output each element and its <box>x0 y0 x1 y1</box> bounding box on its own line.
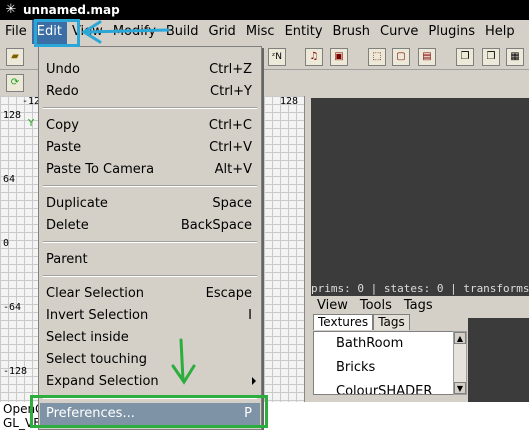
refresh-icon[interactable]: ⟳ <box>6 74 24 92</box>
panel-menu-tags[interactable]: Tags <box>398 296 439 316</box>
camera-status: prims: 0 | states: 0 | transforms <box>311 282 529 295</box>
menu-item-delete[interactable]: Delete BackSpace <box>40 215 260 237</box>
grid-label-yneg64: -64 <box>3 302 22 313</box>
sort-z-icon[interactable]: ᶻN <box>268 48 286 66</box>
texture-list[interactable]: BathRoom Bricks ColourSHADER <box>313 331 467 395</box>
menu-item-paste[interactable]: Paste Ctrl+V <box>40 137 260 159</box>
tab-tags[interactable]: Tags <box>373 314 410 330</box>
texture-item-colourshader[interactable]: ColourSHADER <box>314 380 466 394</box>
camera-view[interactable] <box>311 98 529 296</box>
menu-item-duplicate[interactable]: Duplicate Space <box>40 193 260 215</box>
edit-menu-dropdown: Undo Ctrl+Z Redo Ctrl+Y Copy Ctrl+C Past… <box>38 46 262 430</box>
menu-build[interactable]: Build <box>161 20 204 44</box>
view-cube-icon[interactable]: ❐ <box>456 48 474 66</box>
axis-origin-icon: Y <box>28 118 35 129</box>
menu-item-paste-to-camera[interactable]: Paste To Camera Alt+V <box>40 159 260 181</box>
texture-panel-tabs: Textures Tags <box>313 314 410 330</box>
grid-label-top-right: 128 <box>280 96 299 107</box>
clip-tool-icon[interactable]: ▢ <box>392 48 410 66</box>
window-title: unnamed.map <box>23 3 120 17</box>
menu-grid[interactable]: Grid <box>204 20 241 44</box>
menu-separator <box>43 185 257 187</box>
edit-menu-highlight-box <box>34 19 80 47</box>
menu-item-parent[interactable]: Parent <box>40 249 260 271</box>
app-icon: ✳ <box>5 2 17 17</box>
secondary-toolbar: ⟳ <box>0 70 40 96</box>
open-folder-icon[interactable]: ▰ <box>6 48 24 66</box>
menu-help[interactable]: Help <box>480 20 520 44</box>
menu-curve[interactable]: Curve <box>375 20 423 44</box>
menu-plugins[interactable]: Plugins <box>423 20 480 44</box>
menu-item-invert-selection[interactable]: Invert Selection I <box>40 305 260 327</box>
menu-item-clear-selection[interactable]: Clear Selection Escape <box>40 283 260 305</box>
panel-menu-tools[interactable]: Tools <box>354 296 398 316</box>
menu-item-select-inside[interactable]: Select inside <box>40 327 260 349</box>
panel-menu-view[interactable]: View <box>311 296 354 316</box>
menu-item-copy[interactable]: Copy Ctrl+C <box>40 115 260 137</box>
grid-label-y128: 128 <box>3 110 22 121</box>
view-cube-side-icon[interactable]: ❒ <box>482 48 500 66</box>
view-cube-front-icon[interactable]: ▦ <box>506 48 524 66</box>
title-bar: ✳ unnamed.map <box>0 0 529 20</box>
dark-view-area <box>468 318 529 402</box>
menu-item-select-touching[interactable]: Select touching <box>40 349 260 371</box>
menu-item-undo[interactable]: Undo Ctrl+Z <box>40 59 260 81</box>
tab-textures[interactable]: Textures <box>313 314 374 330</box>
grid-label-yneg128: -128 <box>3 366 28 377</box>
texture-panel-menu: View Tools Tags <box>311 296 439 316</box>
texture-item-bathroom[interactable]: BathRoom <box>314 332 466 356</box>
menu-item-expand-selection[interactable]: Expand Selection <box>40 371 260 393</box>
submenu-arrow-icon <box>252 377 256 385</box>
menu-separator <box>43 275 257 277</box>
select-box-icon[interactable]: ⬚ <box>368 48 386 66</box>
menu-file[interactable]: File <box>0 20 32 44</box>
menu-modify[interactable]: Modify <box>108 20 161 44</box>
grid-label-y0: 0 <box>3 238 10 249</box>
texture-list-scrollbar[interactable]: ▲ ▼ <box>453 331 467 395</box>
menu-separator <box>43 107 257 109</box>
brush-tool-icon[interactable]: ▣ <box>330 48 348 66</box>
menu-misc[interactable]: Misc <box>241 20 280 44</box>
preferences-highlight-box <box>30 395 268 428</box>
texture-item-bricks[interactable]: Bricks <box>314 356 466 380</box>
menu-brush[interactable]: Brush <box>328 20 376 44</box>
scroll-down-icon[interactable]: ▼ <box>454 382 466 394</box>
grid-label-y64: 64 <box>3 174 16 185</box>
texture-tool-icon[interactable]: ▤ <box>418 48 436 66</box>
menu-entity[interactable]: Entity <box>280 20 328 44</box>
menu-separator <box>43 241 257 243</box>
entity-tool-icon[interactable]: ♫ <box>305 48 323 66</box>
menu-item-redo[interactable]: Redo Ctrl+Y <box>40 81 260 103</box>
scroll-up-icon[interactable]: ▲ <box>454 332 466 344</box>
